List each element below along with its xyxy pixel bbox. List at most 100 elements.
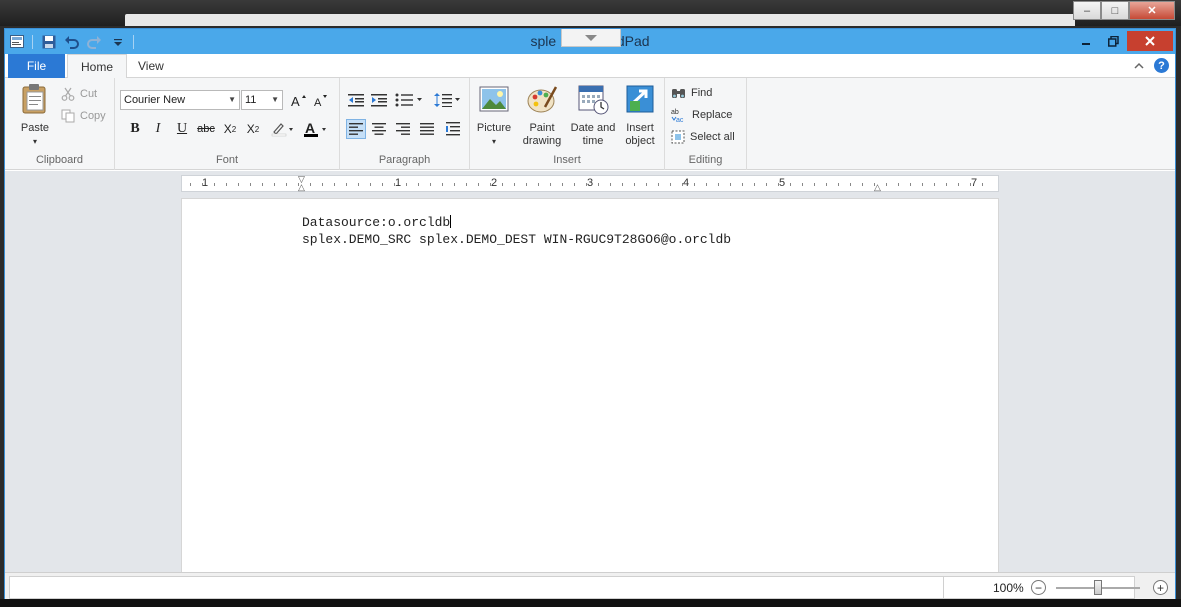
- minimize-button[interactable]: [1073, 31, 1099, 51]
- ruler-tick: [910, 183, 911, 186]
- ruler-tick: [538, 183, 539, 186]
- picture-button[interactable]: Picture ▾: [476, 83, 512, 148]
- zoom-out-button[interactable]: −: [1031, 580, 1046, 595]
- date-time-label-1: Date and: [570, 122, 616, 134]
- picture-dropdown-icon[interactable]: ▾: [476, 135, 512, 148]
- decrease-indent-button[interactable]: [346, 90, 366, 110]
- overlay-dropdown-tab[interactable]: [561, 29, 621, 47]
- restore-button[interactable]: [1100, 31, 1126, 51]
- increase-indent-button[interactable]: [369, 90, 389, 110]
- paint-drawing-label-1: Paint: [529, 122, 555, 134]
- align-left-button[interactable]: [346, 119, 366, 139]
- svg-text:A: A: [305, 121, 315, 136]
- hanging-indent-marker[interactable]: △: [298, 182, 305, 193]
- bullet-list-button[interactable]: [394, 90, 426, 110]
- increase-indent-icon: [371, 94, 387, 107]
- insert-object-button[interactable]: Insert object: [620, 83, 660, 148]
- strikethrough-button[interactable]: abc: [196, 119, 216, 139]
- ruler-tick: [682, 183, 683, 186]
- paste-button[interactable]: Paste ▾: [17, 83, 53, 148]
- tab-view[interactable]: View: [125, 54, 177, 78]
- ruler-tick: [670, 183, 671, 186]
- decrease-indent-icon: [348, 94, 364, 107]
- shrink-font-button[interactable]: A: [311, 90, 331, 110]
- document-page[interactable]: Datasource:o.orcldb splex.DEMO_SRC splex…: [181, 198, 999, 572]
- paint-palette-icon: [527, 86, 558, 113]
- align-center-button[interactable]: [369, 119, 389, 139]
- grow-font-button[interactable]: A: [289, 90, 309, 110]
- ruler[interactable]: 1 1 2 3 4 5 7 ▽ △ △: [181, 174, 999, 193]
- underline-button[interactable]: U: [172, 119, 192, 139]
- taskbar-strip: [0, 599, 1181, 607]
- justify-button[interactable]: [417, 119, 437, 139]
- font-color-button[interactable]: A: [302, 119, 330, 139]
- document-line-1[interactable]: Datasource:o.orcldb: [302, 215, 452, 230]
- ruler-tick: [418, 183, 419, 186]
- paint-drawing-button[interactable]: Paint drawing: [520, 83, 564, 148]
- background-window-controls: – □ ✕: [1073, 1, 1175, 20]
- ruler-tick: [838, 183, 839, 186]
- ruler-tick: [802, 183, 803, 186]
- superscript-button[interactable]: X2: [243, 119, 263, 139]
- line-spacing-button[interactable]: [433, 90, 463, 110]
- date-time-button[interactable]: Date and time: [567, 83, 619, 148]
- right-indent-marker[interactable]: △: [874, 182, 881, 193]
- document-line-2[interactable]: splex.DEMO_SRC splex.DEMO_DEST WIN-RGUC9…: [302, 232, 731, 247]
- ruler-tick: [526, 183, 527, 186]
- ruler-tick: [430, 183, 431, 186]
- close-button[interactable]: [1127, 31, 1173, 51]
- copy-label: Copy: [80, 110, 106, 122]
- paste-dropdown-icon[interactable]: ▾: [17, 135, 53, 148]
- bold-button[interactable]: B: [125, 119, 145, 139]
- background-window-bar: [125, 14, 1075, 26]
- ruler-tick: [622, 183, 623, 186]
- replace-label: Replace: [692, 109, 733, 121]
- align-center-icon: [372, 123, 386, 135]
- background-maximize-button[interactable]: □: [1101, 1, 1129, 20]
- ruler-tick: [262, 183, 263, 186]
- ruler-tick: [394, 183, 395, 186]
- svg-text:A: A: [291, 94, 300, 107]
- select-all-button[interactable]: Select all: [671, 128, 735, 146]
- wordpad-window: sple rdPad File Home View ? Paste ▾ Cut …: [4, 28, 1176, 605]
- shrink-font-icon: A: [314, 95, 327, 107]
- title-bar: sple rdPad: [5, 29, 1175, 54]
- ruler-tick: [862, 183, 863, 186]
- clipboard-group: Paste ▾ Cut Copy Clipboard: [5, 78, 115, 170]
- ruler-tick: [454, 183, 455, 186]
- ruler-tick: [382, 183, 383, 186]
- ruler-number: 1: [395, 177, 402, 189]
- find-button[interactable]: Find: [671, 84, 712, 102]
- ruler-number: 4: [683, 177, 690, 189]
- highlight-color-button[interactable]: [270, 119, 296, 139]
- zoom-slider-thumb[interactable]: [1094, 580, 1102, 595]
- ruler-tick: [334, 183, 335, 186]
- clipboard-group-label: Clipboard: [35, 154, 84, 166]
- align-left-icon: [349, 123, 363, 135]
- paste-icon: [22, 84, 46, 114]
- ruler-tick: [898, 183, 899, 186]
- ruler-tick: [694, 183, 695, 186]
- calendar-clock-icon: [578, 85, 609, 115]
- italic-button[interactable]: I: [148, 119, 168, 139]
- ruler-tick: [958, 183, 959, 186]
- cut-button[interactable]: Cut: [61, 85, 97, 103]
- insert-group-label: Insert: [553, 154, 581, 166]
- font-size-select[interactable]: 11 ▼: [241, 90, 283, 110]
- subscript-button[interactable]: X2: [220, 119, 240, 139]
- minimize-ribbon-icon[interactable]: [1134, 62, 1144, 70]
- zoom-in-button[interactable]: +: [1153, 580, 1168, 595]
- tab-home[interactable]: Home: [67, 54, 128, 79]
- replace-button[interactable]: ab ac Replace: [671, 106, 732, 124]
- ruler-tick: [706, 183, 707, 186]
- background-minimize-button[interactable]: –: [1073, 1, 1101, 20]
- help-icon[interactable]: ?: [1154, 58, 1169, 73]
- font-family-select[interactable]: Courier New ▼: [120, 90, 240, 110]
- copy-button[interactable]: Copy: [61, 107, 106, 125]
- background-close-button[interactable]: ✕: [1129, 1, 1175, 20]
- ruler-tick: [730, 183, 731, 186]
- align-right-button[interactable]: [393, 119, 413, 139]
- paragraph-icon: [446, 122, 460, 136]
- paragraph-settings-button[interactable]: [443, 119, 463, 139]
- tab-file[interactable]: File: [8, 54, 65, 78]
